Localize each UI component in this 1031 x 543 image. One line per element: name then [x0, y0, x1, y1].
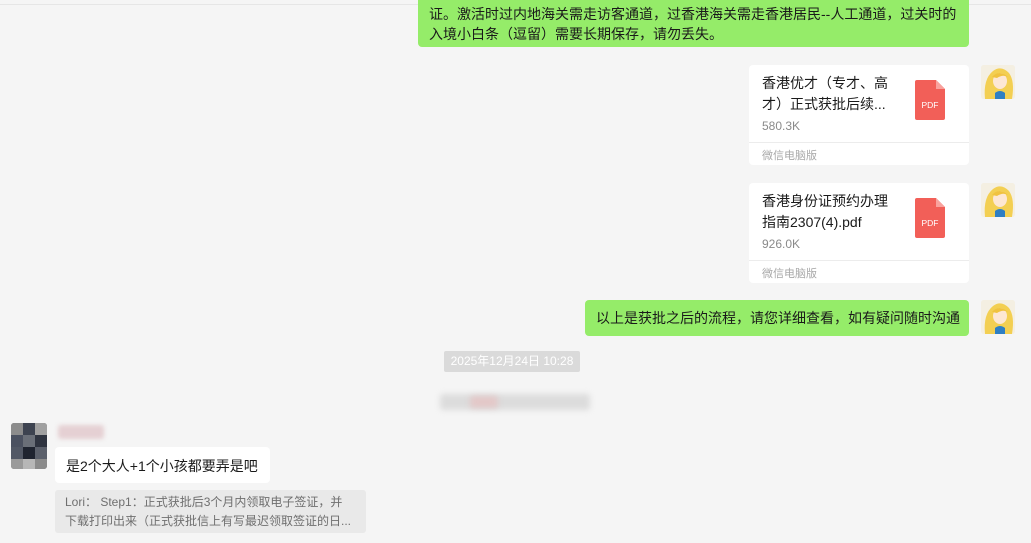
- file-name: 香港优才（专才、高 才）正式获批后续...: [762, 75, 888, 112]
- file-size: 580.3K: [762, 119, 801, 133]
- pdf-file-icon: PDF: [915, 80, 945, 120]
- self-avatar[interactable]: [981, 300, 1015, 334]
- self-avatar[interactable]: [981, 183, 1015, 217]
- svg-text:PDF: PDF: [922, 100, 939, 110]
- pdf-file-icon: PDF: [915, 198, 945, 238]
- file-divider: [749, 142, 969, 143]
- outgoing-message-process[interactable]: 以上是获批之后的流程，请您详细查看，如有疑问随时沟通: [585, 300, 969, 336]
- quoted-message[interactable]: Lori： Step1：正式获批后3个月内领取电子签证，并 下载打印出来（正式获…: [55, 490, 366, 533]
- file-message-1[interactable]: 香港优才（专才、高 才）正式获批后续... 580.3K PDF 微信电脑版: [749, 65, 969, 165]
- file-name: 香港身份证预约办理 指南2307(4).pdf: [762, 193, 888, 230]
- file-divider: [749, 260, 969, 261]
- svg-text:PDF: PDF: [922, 218, 939, 228]
- message-timestamp: 2025年12月24日 10:28: [444, 351, 580, 372]
- contact-avatar[interactable]: [11, 423, 47, 469]
- file-size: 926.0K: [762, 237, 801, 251]
- file-message-2[interactable]: 香港身份证预约办理 指南2307(4).pdf 926.0K PDF 微信电脑版: [749, 183, 969, 283]
- pixelated-avatar-icon: [11, 423, 47, 469]
- quote-line2: 下载打印出来（正式获批信上有写最迟领取签证的日...: [65, 514, 352, 528]
- message-text: 是2个大人+1个小孩都要弄是吧: [66, 458, 258, 474]
- file-source-label: 微信电脑版: [762, 268, 817, 280]
- blonde-princess-avatar-icon: [981, 300, 1015, 334]
- blurred-system-notice: [440, 394, 590, 410]
- quote-line1: Lori： Step1：正式获批后3个月内领取电子签证，并: [65, 495, 343, 509]
- blonde-princess-avatar-icon: [981, 65, 1015, 99]
- self-avatar[interactable]: [981, 65, 1015, 99]
- blonde-princess-avatar-icon: [981, 183, 1015, 217]
- incoming-message[interactable]: 是2个大人+1个小孩都要弄是吧: [55, 447, 270, 483]
- message-text-line1: 证。激活时过内地海关需走访客通道，过香港海关需走香港居民--人工通道，过关时的: [429, 6, 957, 22]
- message-text-line2: 入境小白条（逗留）需要长期保存，请勿丢失。: [429, 26, 723, 42]
- blurred-contact-name: [58, 425, 104, 439]
- file-source-label: 微信电脑版: [762, 150, 817, 162]
- blurred-system-notice-accent: [470, 396, 498, 408]
- message-text: 以上是获批之后的流程，请您详细查看，如有疑问随时沟通: [596, 310, 960, 326]
- outgoing-message-top[interactable]: 证。激活时过内地海关需走访客通道，过香港海关需走香港居民--人工通道，过关时的 …: [418, 0, 969, 47]
